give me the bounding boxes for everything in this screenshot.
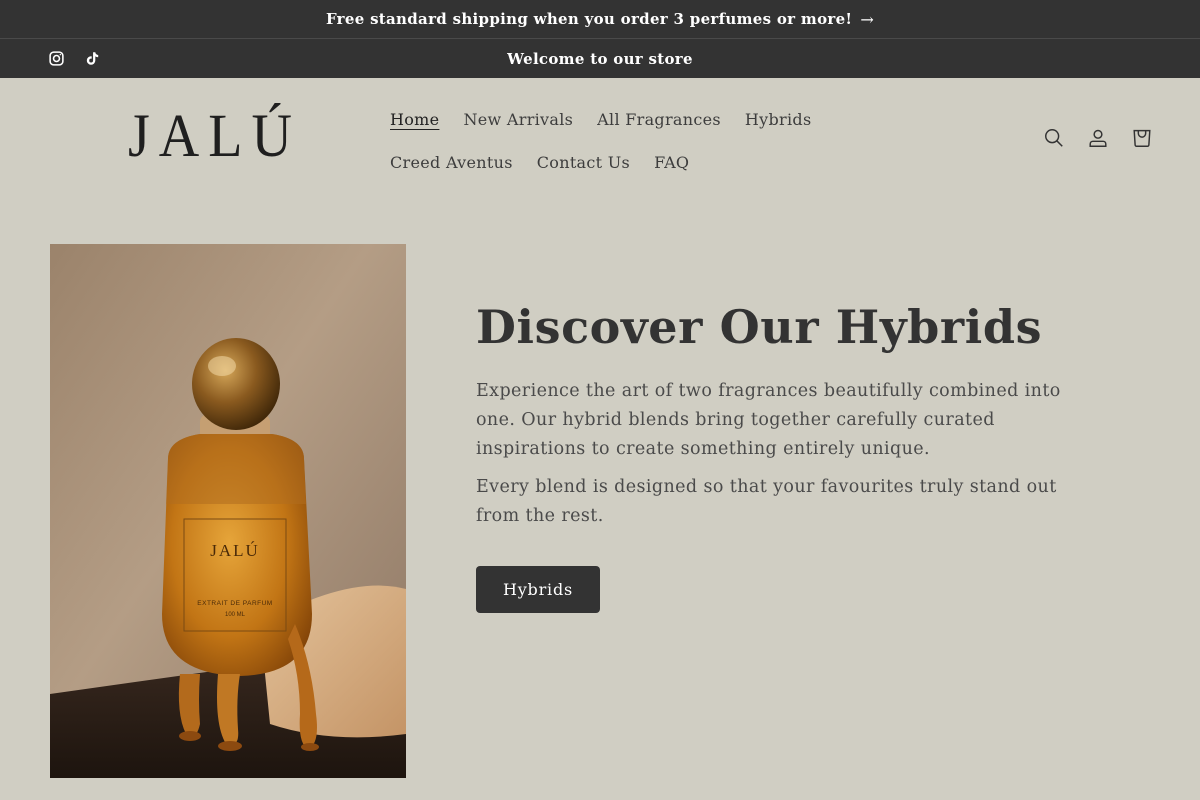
- announcement-link[interactable]: Free standard shipping when you order 3 …: [326, 10, 874, 29]
- announcement-bar: Free standard shipping when you order 3 …: [0, 0, 1200, 39]
- hero-title: Discover Our Hybrids: [476, 300, 1043, 354]
- search-icon[interactable]: [1042, 126, 1066, 150]
- nav-contact-us[interactable]: Contact Us: [525, 143, 642, 182]
- header-icons: [1042, 126, 1154, 150]
- hero-image: JALÚ EXTRAIT DE PARFUM 100 ML: [50, 244, 406, 778]
- announcement-text: Free standard shipping when you order 3 …: [325, 10, 853, 28]
- hero-paragraph-2: Every blend is designed so that your fav…: [476, 477, 1057, 527]
- welcome-bar: Welcome to our store: [0, 39, 1200, 78]
- hero-paragraph-1: Experience the art of two fragrances bea…: [476, 381, 1061, 460]
- bottle-label: JALÚ: [210, 541, 260, 560]
- hero-content: Discover Our Hybrids Experience the art …: [476, 300, 1096, 614]
- tiktok-icon[interactable]: [82, 49, 102, 69]
- nav-new-arrivals[interactable]: New Arrivals: [451, 100, 585, 139]
- instagram-icon[interactable]: [46, 49, 66, 69]
- nav-faq[interactable]: FAQ: [642, 143, 701, 182]
- cart-icon[interactable]: [1130, 126, 1154, 150]
- bottle-volume: 100 ML: [225, 612, 246, 618]
- account-icon[interactable]: [1086, 126, 1110, 150]
- nav-home[interactable]: Home: [378, 100, 451, 139]
- nav-creed-aventus[interactable]: Creed Aventus: [378, 143, 525, 182]
- nav-all-fragrances[interactable]: All Fragrances: [585, 100, 733, 139]
- hybrids-button[interactable]: Hybrids: [476, 566, 600, 614]
- main-nav: Home New Arrivals All Fragrances Hybrids…: [378, 100, 938, 182]
- bottle-sublabel: EXTRAIT DE PARFUM: [197, 600, 272, 607]
- site-header: JALÚ Home New Arrivals All Fragrances Hy…: [0, 78, 1200, 208]
- nav-hybrids[interactable]: Hybrids: [733, 100, 824, 139]
- arrow-right-icon: →: [860, 9, 875, 29]
- logo[interactable]: JALÚ: [128, 105, 301, 167]
- social-links: [46, 39, 102, 78]
- welcome-text: Welcome to our store: [507, 49, 693, 68]
